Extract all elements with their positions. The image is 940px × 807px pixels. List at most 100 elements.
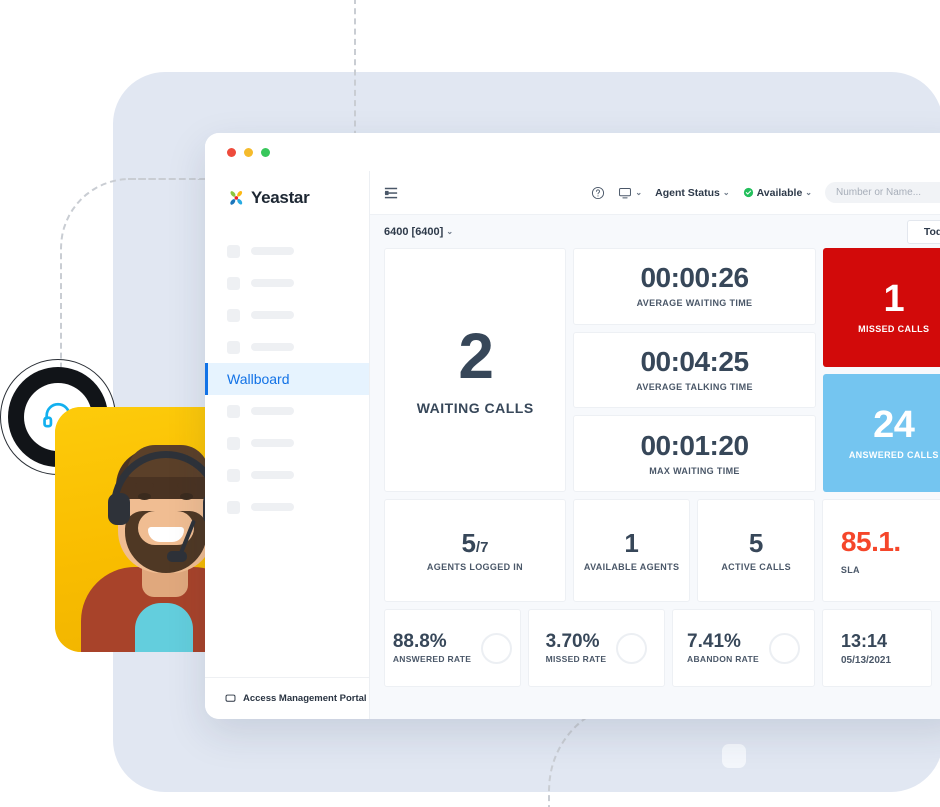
extension-label: 6400 [6400]: [384, 225, 444, 238]
availability-chevron-down-icon: ⌄: [805, 188, 812, 197]
close-button[interactable]: [227, 147, 236, 157]
topbar-actions: ⌄ Agent Status ⌄ Available ⌄ Number or N…: [591, 182, 940, 203]
app-window: Yeastar Wallboard Access Management Port…: [205, 133, 940, 719]
monitor-icon: [619, 187, 632, 198]
placeholder-icon: [227, 468, 240, 482]
sidebar-item-wallboard[interactable]: Wallboard: [205, 363, 369, 395]
minimize-button[interactable]: [244, 147, 253, 157]
answered-rate-card: 88.8% ANSWERED RATE: [384, 609, 521, 687]
agents-logged-in-total: /7: [475, 538, 489, 556]
answered-calls-value: 24: [873, 403, 915, 446]
photo-smile: [148, 527, 184, 542]
dashed-curve-top-left: [60, 178, 200, 378]
wallboard-row-top: 2 WAITING CALLS 00:00:26 AVERAGE WAITING…: [384, 248, 940, 493]
help-circle-icon[interactable]: [591, 186, 605, 200]
missed-calls-card: 1 MISSED CALLS: [822, 248, 940, 367]
missed-rate-label: MISSED RATE: [545, 654, 607, 665]
average-waiting-time-label: AVERAGE WAITING TIME: [636, 298, 753, 309]
sidebar-placeholder-item[interactable]: [205, 395, 369, 427]
wallboard-row-rates: 88.8% ANSWERED RATE 3.70% MISSED RATE 7.…: [384, 609, 940, 687]
max-waiting-time-card: 00:01:20 MAX WAITING TIME: [573, 415, 816, 493]
sidebar-placeholder-item[interactable]: [205, 331, 369, 363]
agent-status-label: Agent Status: [655, 186, 720, 199]
yeastar-mark-icon: [227, 189, 246, 208]
placeholder-label: [251, 311, 294, 319]
window-titlebar: [205, 133, 940, 171]
placeholder-label: [251, 279, 294, 287]
sla-label: SLA: [840, 565, 860, 575]
subbar: 6400 [6400] ⌄ Today: [370, 215, 940, 248]
placeholder-icon: [227, 436, 240, 450]
main-content: ⌄ Agent Status ⌄ Available ⌄ Number or N…: [370, 171, 940, 719]
portal-icon: [225, 694, 236, 702]
average-talking-time-value: 00:04:25: [640, 346, 749, 377]
waiting-calls-value: 2: [458, 320, 494, 392]
sidebar-placeholder-item[interactable]: [205, 491, 369, 523]
sidebar-nav: Wallboard: [205, 225, 369, 677]
clock-date: 05/13/2021: [841, 654, 892, 666]
abandon-rate-label: ABANDON RATE: [687, 654, 759, 665]
sla-card: 85.1. SLA: [821, 499, 940, 602]
clock-card: 13:14 05/13/2021: [822, 609, 932, 687]
average-talking-time-card: 00:04:25 AVERAGE TALKING TIME: [573, 331, 816, 409]
monitor-selector[interactable]: ⌄: [618, 186, 642, 200]
call-totals-column: 1 MISSED CALLS 24 ANSWERED CALLS: [822, 248, 940, 492]
agents-logged-in-value: 5: [461, 527, 476, 558]
page-root: Yeastar Wallboard Access Management Port…: [0, 0, 940, 807]
agents-logged-in-card: 5 /7 AGENTS LOGGED IN: [384, 499, 566, 602]
photo-tshirt: [135, 603, 193, 652]
sidebar-placeholder-item[interactable]: [205, 427, 369, 459]
search-placeholder: Number or Name...: [836, 187, 922, 198]
placeholder-icon: [227, 244, 240, 258]
placeholder-label: [251, 503, 294, 511]
brand-name: Yeastar: [251, 188, 310, 207]
headset-microphone: [167, 551, 187, 562]
average-talking-time-label: AVERAGE TALKING TIME: [636, 382, 753, 392]
placeholder-icon: [227, 308, 240, 322]
topbar: ⌄ Agent Status ⌄ Available ⌄ Number or N…: [370, 171, 940, 215]
access-management-portal-link[interactable]: Access Management Portal: [205, 677, 369, 719]
max-waiting-time-label: MAX WAITING TIME: [649, 465, 740, 476]
available-agents-value: 1: [624, 527, 639, 558]
answered-rate-gauge: [481, 632, 513, 664]
sidebar-placeholder-item[interactable]: [205, 459, 369, 491]
abandon-rate-card: 7.41% ABANDON RATE: [672, 609, 815, 687]
available-agents-card: 1 AVAILABLE AGENTS: [572, 499, 691, 602]
list-collapse-icon[interactable]: [384, 186, 398, 200]
maximize-button[interactable]: [261, 147, 270, 157]
availability-label: Available: [756, 186, 803, 199]
sidebar-placeholder-item[interactable]: [205, 235, 369, 267]
placeholder-label: [251, 343, 294, 351]
check-circle-icon: [743, 187, 753, 198]
placeholder-label: [251, 439, 294, 447]
extension-selector[interactable]: 6400 [6400] ⌄: [384, 226, 453, 238]
answered-rate-value: 88.8%: [392, 630, 447, 652]
available-agents-label: AVAILABLE AGENTS: [583, 561, 680, 572]
sidebar-placeholder-item[interactable]: [205, 299, 369, 331]
average-waiting-time-card: 00:00:26 AVERAGE WAITING TIME: [573, 248, 816, 325]
placeholder-label: [251, 247, 294, 255]
missed-calls-label: MISSED CALLS: [858, 324, 930, 335]
active-calls-value: 5: [748, 527, 764, 558]
average-waiting-time-value: 00:00:26: [640, 262, 749, 294]
agents-logged-in-label: AGENTS LOGGED IN: [426, 561, 523, 572]
agent-status-selector[interactable]: Agent Status ⌄: [655, 187, 729, 199]
placeholder-icon: [227, 404, 240, 418]
sidebar-placeholder-item[interactable]: [205, 267, 369, 299]
placeholder-label: [251, 407, 294, 415]
missed-rate-card: 3.70% MISSED RATE: [528, 609, 665, 687]
access-portal-label: Access Management Portal: [243, 693, 367, 704]
availability-selector[interactable]: Available ⌄: [743, 187, 812, 199]
dashed-path-node: [722, 744, 746, 768]
placeholder-icon: [227, 500, 240, 514]
answered-rate-label: ANSWERED RATE: [392, 654, 472, 665]
answered-calls-label: ANSWERED CALLS: [848, 449, 939, 460]
today-button[interactable]: Today: [906, 219, 940, 244]
app-body: Yeastar Wallboard Access Management Port…: [205, 171, 940, 719]
sidebar: Yeastar Wallboard Access Management Port…: [205, 171, 370, 719]
placeholder-icon: [227, 340, 240, 354]
clock-time: 13:14: [841, 630, 888, 651]
search-input[interactable]: Number or Name...: [825, 182, 940, 203]
answered-calls-card: 24 ANSWERED CALLS: [822, 373, 940, 492]
wallboard-row-agents: 5 /7 AGENTS LOGGED IN 1 AVAILABLE AGENTS…: [384, 499, 940, 602]
